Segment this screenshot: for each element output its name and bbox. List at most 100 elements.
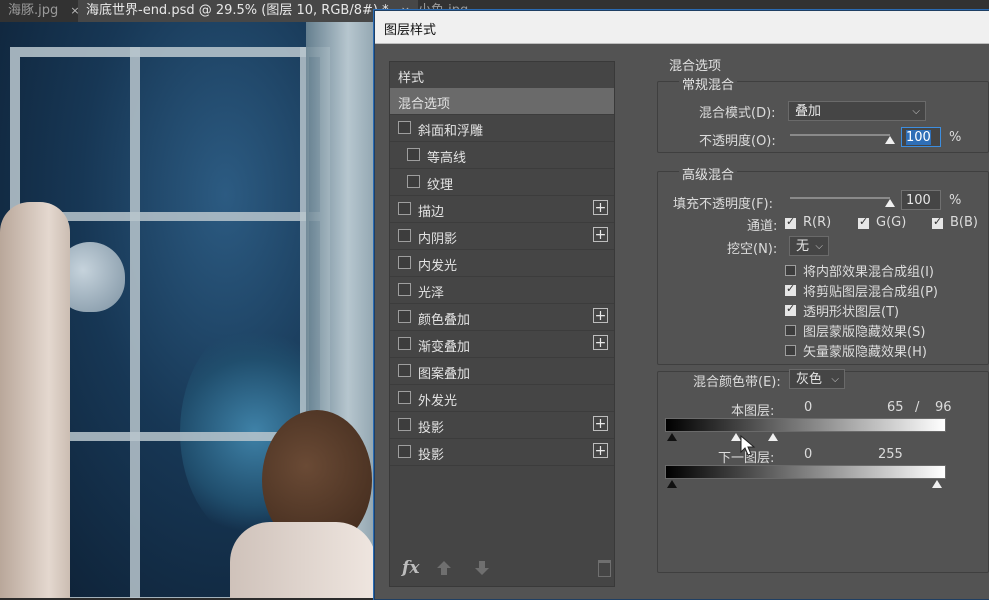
checkbox[interactable] [398, 283, 411, 296]
underlying-layer-low: 0 [804, 447, 813, 462]
checkbox[interactable] [398, 121, 411, 134]
option-label: 将剪贴图层混合成组(P) [803, 285, 938, 300]
fill-opacity-unit: % [949, 193, 962, 208]
move-up-icon[interactable] [436, 560, 452, 576]
blend-if-select[interactable]: 灰色 ⌵ [789, 369, 845, 389]
this-layer-high-a: 65 [887, 400, 904, 415]
dialog-titlebar[interactable]: 图层样式 [375, 11, 989, 44]
opacity-unit: % [949, 130, 962, 145]
style-item-bevel-emboss[interactable]: 斜面和浮雕 [390, 115, 614, 142]
section-title: 混合选项 [669, 59, 722, 74]
tab-dolphin[interactable]: 海豚.jpg × [0, 0, 88, 22]
this-layer-label: 本图层: [731, 404, 775, 419]
channel-b-label: B(B) [950, 215, 978, 230]
opacity-input[interactable]: 100 [901, 127, 941, 147]
checkbox[interactable] [398, 391, 411, 404]
channel-b-checkbox[interactable] [932, 215, 943, 229]
add-icon[interactable]: + [593, 335, 608, 350]
fill-opacity-slider[interactable] [790, 197, 890, 199]
opacity-slider-handle[interactable] [885, 136, 895, 144]
checkbox[interactable] [398, 202, 411, 215]
style-item-gradient-overlay[interactable]: 渐变叠加 + [390, 331, 614, 358]
option-checkbox[interactable] [785, 265, 796, 276]
add-icon[interactable]: + [593, 416, 608, 431]
checkbox[interactable] [407, 175, 420, 188]
style-item-inner-glow[interactable]: 内发光 [390, 250, 614, 277]
this-layer-separator: / [915, 400, 920, 415]
underlying-layer-gradient[interactable] [665, 465, 946, 479]
tab-underwater-world[interactable]: 海底世界-end.psd @ 29.5% (图层 10, RGB/8#) * × [78, 0, 418, 22]
girl-figure [0, 202, 70, 598]
blend-mode-select[interactable]: 叠加 ⌵ [788, 101, 926, 121]
styles-header[interactable]: 样式 [390, 62, 614, 87]
this-layer-high-b: 96 [935, 400, 952, 415]
option-label: 透明形状图层(T) [803, 305, 900, 320]
this-layer-gradient[interactable] [665, 418, 946, 432]
channel-r-checkbox[interactable] [785, 215, 796, 229]
dialog-title: 图层样式 [384, 23, 437, 38]
opacity-slider[interactable] [790, 134, 890, 136]
girl-figure [230, 522, 376, 598]
style-item-satin[interactable]: 光泽 [390, 277, 614, 304]
chevron-down-icon: ⌵ [912, 106, 920, 117]
opacity-label: 不透明度(O): [699, 134, 776, 149]
fill-opacity-label: 填充不透明度(F): [673, 197, 774, 212]
add-icon[interactable]: + [593, 308, 608, 323]
knockout-label: 挖空(N): [727, 242, 778, 257]
underlying-white-handle[interactable] [932, 480, 942, 488]
styles-list: 样式 混合选项 斜面和浮雕 等高线 纹理 描边 + 内阴影 + 内发光 光泽 颜… [389, 61, 615, 587]
style-item-inner-shadow[interactable]: 内阴影 + [390, 223, 614, 250]
fill-opacity-input[interactable]: 100 [901, 190, 941, 210]
checkbox[interactable] [398, 229, 411, 242]
style-item-drop-shadow[interactable]: 投影 + [390, 412, 614, 439]
window-mullion [130, 47, 140, 598]
style-item-texture[interactable]: 纹理 [390, 169, 614, 196]
blending-options-panel: 混合选项 常规混合 混合模式(D): 叠加 ⌵ 不透明度(O): 100 % 高… [643, 55, 989, 585]
trash-icon[interactable] [598, 560, 611, 577]
fx-icon[interactable]: fx [402, 558, 419, 578]
checkbox[interactable] [398, 310, 411, 323]
checkbox[interactable] [407, 148, 420, 161]
option-label: 将内部效果混合成组(I) [803, 265, 934, 280]
option-label: 矢量蒙版隐藏效果(H) [803, 345, 927, 360]
blend-mode-label: 混合模式(D): [699, 106, 776, 121]
chevron-down-icon: ⌵ [831, 374, 839, 385]
style-item-stroke[interactable]: 描边 + [390, 196, 614, 223]
channel-r-label: R(R) [803, 215, 832, 230]
checkbox[interactable] [398, 418, 411, 431]
this-layer-black-handle[interactable] [667, 433, 677, 441]
channel-g-checkbox[interactable] [858, 215, 869, 229]
styles-toolbar: fx [390, 552, 614, 586]
chevron-down-icon: ⌵ [815, 241, 823, 252]
style-item-blending-options[interactable]: 混合选项 [390, 88, 614, 115]
add-icon[interactable]: + [593, 227, 608, 242]
checkbox[interactable] [398, 337, 411, 350]
this-layer-low: 0 [804, 400, 813, 415]
style-item-drop-shadow[interactable]: 投影 + [390, 439, 614, 466]
tab-label: 海豚.jpg [8, 3, 59, 18]
style-item-pattern-overlay[interactable]: 图案叠加 [390, 358, 614, 385]
fill-opacity-slider-handle[interactable] [885, 199, 895, 207]
style-item-outer-glow[interactable]: 外发光 [390, 385, 614, 412]
group-title: 高级混合 [679, 164, 738, 183]
document-canvas[interactable] [0, 22, 376, 598]
channel-g-label: G(G) [876, 215, 907, 230]
option-checkbox[interactable] [785, 345, 796, 356]
checkbox[interactable] [398, 256, 411, 269]
this-layer-white-handle-right[interactable] [768, 433, 778, 441]
option-checkbox[interactable] [785, 325, 796, 336]
underlying-black-handle[interactable] [667, 480, 677, 488]
knockout-select[interactable]: 无 ⌵ [789, 236, 829, 256]
underlying-layer-high: 255 [878, 447, 903, 462]
style-item-contour[interactable]: 等高线 [390, 142, 614, 169]
group-title: 常规混合 [679, 74, 738, 93]
style-item-color-overlay[interactable]: 颜色叠加 + [390, 304, 614, 331]
channels-label: 通道: [747, 219, 778, 234]
option-checkbox[interactable] [785, 302, 796, 316]
add-icon[interactable]: + [593, 200, 608, 215]
move-down-icon[interactable] [474, 560, 490, 576]
add-icon[interactable]: + [593, 443, 608, 458]
checkbox[interactable] [398, 445, 411, 458]
checkbox[interactable] [398, 364, 411, 377]
option-checkbox[interactable] [785, 282, 796, 296]
